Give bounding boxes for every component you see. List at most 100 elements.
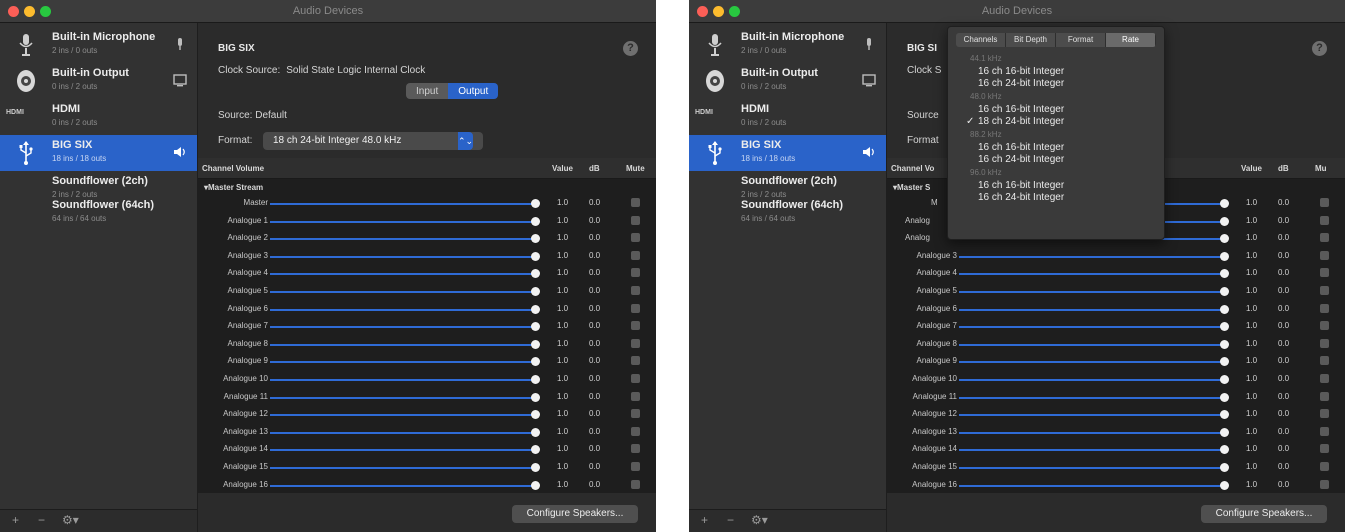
volume-slider-track[interactable] [270,467,533,469]
mute-checkbox[interactable] [1320,338,1329,348]
format-menu-item[interactable]: 16 ch 24-bit Integer [978,154,1064,165]
device-item-soundflower-64ch[interactable]: Soundflower (64ch) 64 ins / 64 outs [0,195,197,231]
volume-slider-knob[interactable] [1220,234,1229,244]
volume-slider-track[interactable] [959,431,1222,434]
mute-checkbox[interactable] [631,391,640,401]
volume-slider-knob[interactable] [1220,216,1229,226]
mute-checkbox[interactable] [1320,250,1329,260]
volume-slider-track[interactable] [959,361,1222,364]
volume-slider-knob[interactable] [1220,480,1229,490]
volume-slider-track[interactable] [270,326,533,329]
volume-slider-track[interactable] [959,396,1222,399]
tab-output[interactable]: Output [448,83,499,99]
volume-slider-knob[interactable] [1220,375,1229,384]
gear-menu-button[interactable]: ⚙▾ [62,513,79,527]
volume-slider-track[interactable] [270,308,533,311]
volume-slider-knob[interactable] [531,269,540,279]
volume-slider-knob[interactable] [1220,357,1229,367]
popup-arrows-icon[interactable]: ⌃⌄ [458,132,473,150]
volume-slider-track[interactable] [959,449,1222,452]
volume-slider-knob[interactable] [531,287,540,296]
remove-device-button[interactable]: − [38,513,45,527]
volume-slider-track[interactable] [270,361,533,364]
mute-checkbox[interactable] [631,198,640,207]
device-item-big-six[interactable]: BIG SIX 18 ins / 18 outs [689,135,886,171]
volume-slider-knob[interactable] [531,480,540,490]
volume-slider-knob[interactable] [1220,287,1229,296]
mute-checkbox[interactable] [631,286,640,295]
mute-checkbox[interactable] [1320,303,1329,313]
mute-checkbox[interactable] [631,374,640,383]
gear-menu-button[interactable]: ⚙▾ [751,513,768,527]
volume-slider-track[interactable] [959,467,1222,469]
volume-slider-knob[interactable] [1220,445,1229,455]
device-item-soundflower-64ch[interactable]: Soundflower (64ch) 64 ins / 64 outs [689,195,886,231]
format-menu-item[interactable]: 16 ch 16-bit Integer [978,66,1064,77]
volume-slider-knob[interactable] [531,375,540,384]
device-item-built-in-output[interactable]: Built-in Output 0 ins / 2 outs [0,63,197,99]
volume-slider-track[interactable] [270,396,533,399]
tab-bit-depth[interactable]: Bit Depth [1006,33,1056,47]
volume-slider-knob[interactable] [1220,339,1229,349]
volume-slider-track[interactable] [959,273,1222,276]
add-device-button[interactable]: + [701,513,708,527]
mute-checkbox[interactable] [631,479,640,489]
volume-slider-track[interactable] [270,273,533,276]
format-menu-item[interactable]: 16 ch 16-bit Integer [978,180,1064,191]
help-button[interactable]: ? [623,41,638,56]
configure-speakers-button[interactable]: Configure Speakers... [512,505,638,523]
mute-checkbox[interactable] [631,215,640,225]
volume-slider-track[interactable] [959,379,1222,381]
mute-checkbox[interactable] [1320,268,1329,278]
volume-slider-knob[interactable] [531,445,540,455]
volume-slider-knob[interactable] [531,251,540,261]
volume-slider-track[interactable] [959,326,1222,329]
volume-slider-knob[interactable] [531,216,540,226]
device-item-built-in-microphone[interactable]: Built-in Microphone 2 ins / 0 outs [0,27,197,63]
mute-checkbox[interactable] [631,303,640,313]
volume-slider-knob[interactable] [531,304,540,314]
mute-checkbox[interactable] [1320,479,1329,489]
volume-slider-track[interactable] [270,255,533,258]
mute-checkbox[interactable] [1320,233,1329,243]
volume-slider-track[interactable] [270,238,533,241]
mute-checkbox[interactable] [631,268,640,278]
mute-checkbox[interactable] [1320,198,1329,207]
volume-slider-knob[interactable] [1220,199,1229,208]
volume-slider-knob[interactable] [1220,269,1229,279]
mute-checkbox[interactable] [631,356,640,366]
device-item-built-in-output[interactable]: Built-in Output 0 ins / 2 outs [689,63,886,99]
tab-channels[interactable]: Channels [956,33,1006,47]
mute-checkbox[interactable] [1320,444,1329,454]
volume-slider-knob[interactable] [1220,392,1229,402]
volume-slider-knob[interactable] [1220,251,1229,261]
tab-rate[interactable]: Rate [1106,33,1156,47]
device-item-hdmi[interactable]: HDMI HDMI 0 ins / 2 outs [689,99,886,135]
format-popup[interactable]: 18 ch 24-bit Integer 48.0 kHz [263,132,483,150]
add-device-button[interactable]: + [12,513,19,527]
volume-slider-knob[interactable] [531,392,540,402]
volume-slider-knob[interactable] [531,463,540,472]
volume-slider-knob[interactable] [1220,463,1229,472]
volume-slider-track[interactable] [270,431,533,434]
volume-slider-knob[interactable] [531,410,540,420]
volume-slider-track[interactable] [959,308,1222,311]
volume-slider-track[interactable] [270,414,533,417]
volume-slider-knob[interactable] [531,322,540,332]
volume-slider-track[interactable] [959,414,1222,417]
master-stream-group[interactable]: ▾Master Stream [204,183,263,192]
volume-slider-knob[interactable] [531,234,540,244]
mute-checkbox[interactable] [1320,321,1329,331]
volume-slider-track[interactable] [270,379,533,381]
volume-slider-track[interactable] [959,484,1222,487]
clock-source-value[interactable]: Solid State Logic Internal Clock [286,65,425,76]
mute-checkbox[interactable] [1320,391,1329,401]
volume-slider-knob[interactable] [1220,322,1229,332]
volume-slider-track[interactable] [959,343,1222,346]
volume-slider-track[interactable] [270,203,533,205]
volume-slider-track[interactable] [959,291,1222,293]
mute-checkbox[interactable] [1320,374,1329,383]
volume-slider-track[interactable] [270,220,533,223]
mute-checkbox[interactable] [631,233,640,243]
volume-slider-track[interactable] [270,291,533,293]
